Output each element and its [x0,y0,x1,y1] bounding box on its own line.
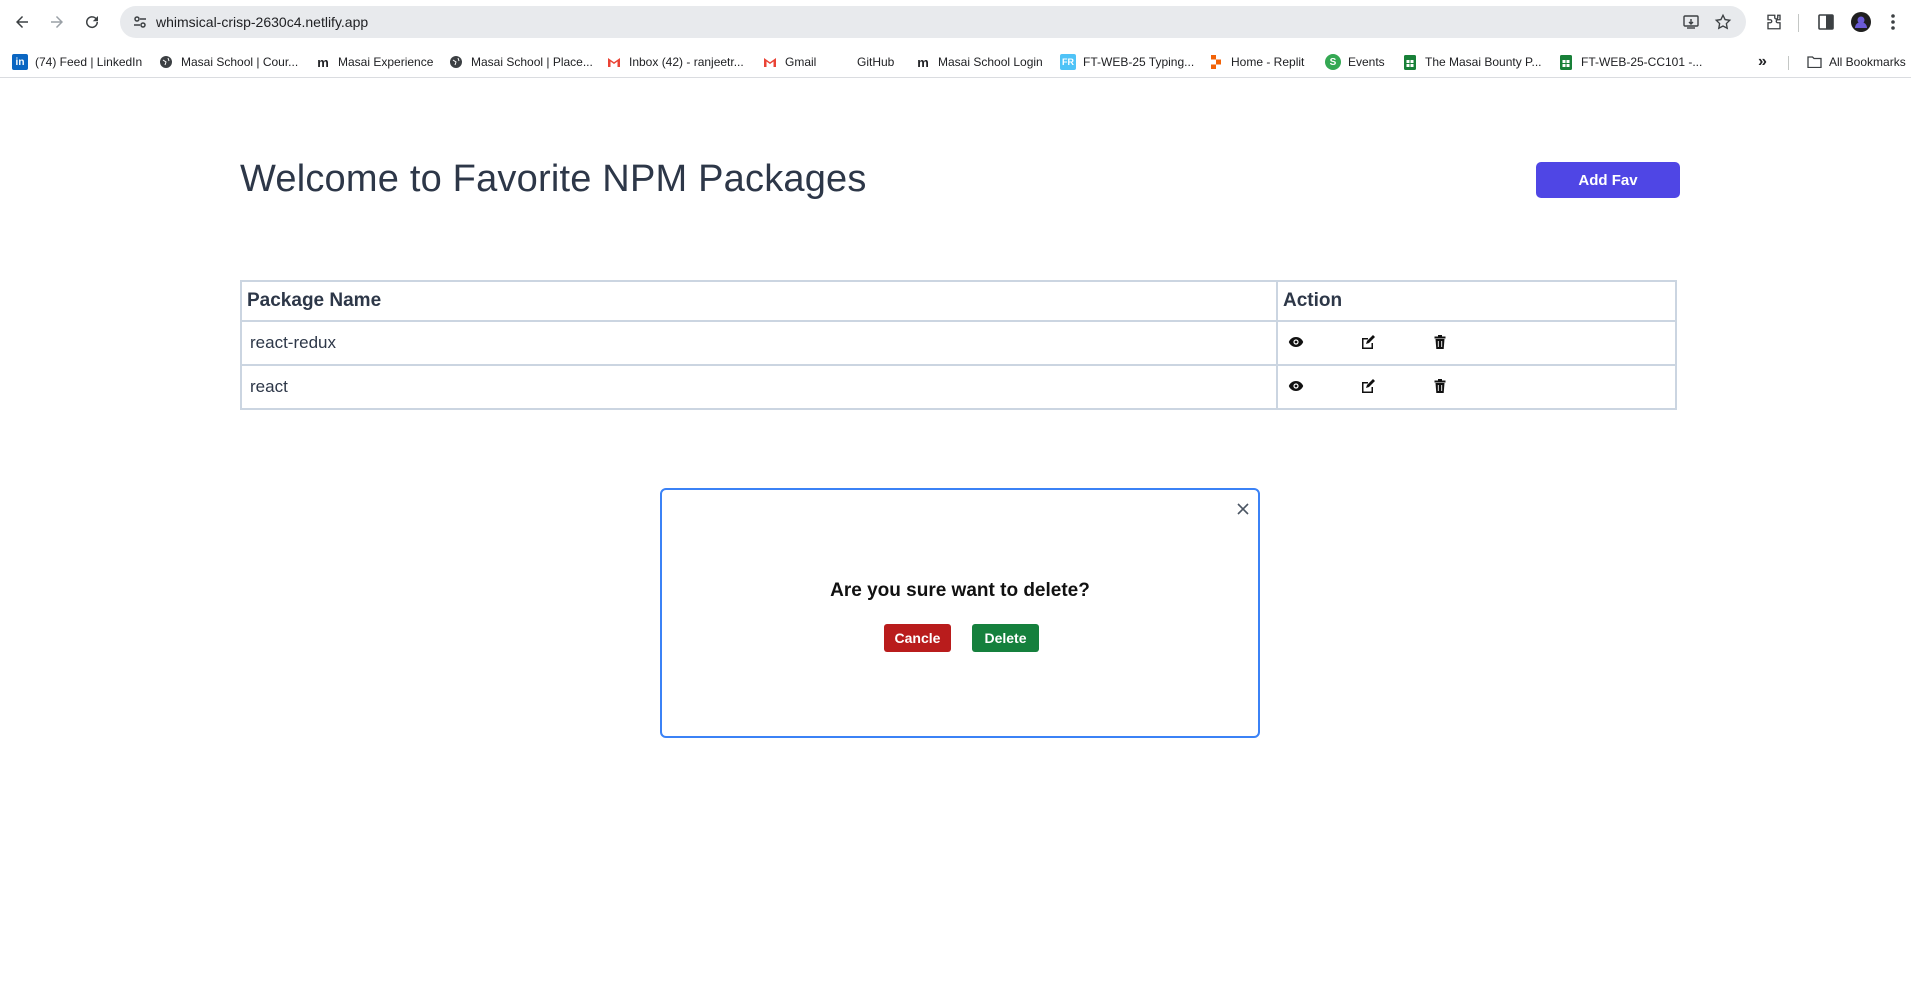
bookmark-label: Masai School | Place... [471,55,593,69]
bookmark-typing[interactable]: FR FT-WEB-25 Typing... [1060,53,1194,71]
sheets-icon [1558,54,1574,70]
replit-icon [1208,54,1224,70]
bookmark-label: Inbox (42) - ranjeetr... [629,55,744,69]
modal-message: Are you sure want to delete? [830,580,1090,601]
bookmark-masai-experience[interactable]: m Masai Experience [315,53,433,71]
bookmark-masai-login[interactable]: m Masai School Login [915,53,1043,71]
bookmark-gmail[interactable]: Gmail [762,53,816,71]
table-header-row: Package Name Action [242,282,1675,320]
edit-icon[interactable] [1358,332,1378,352]
reload-icon[interactable] [80,10,104,34]
package-name-cell: react-redux [242,322,1276,364]
sheets-icon [1402,54,1418,70]
trash-icon[interactable] [1430,332,1450,352]
profile-avatar[interactable] [1849,10,1873,34]
cancel-button[interactable]: Cancle [884,624,951,652]
delete-confirm-modal: Are you sure want to delete? Cancle Dele… [660,488,1260,738]
edit-icon[interactable] [1358,376,1378,396]
package-name-cell: react [242,366,1276,408]
site-info-icon[interactable] [132,14,148,30]
bookmark-events[interactable]: S Events [1325,53,1385,71]
bookmark-replit[interactable]: Home - Replit [1208,53,1304,71]
side-panel-icon[interactable] [1814,10,1838,34]
bookmarks-divider [1788,56,1789,70]
delete-button[interactable]: Delete [972,624,1039,652]
events-icon: S [1325,54,1341,70]
address-bar[interactable]: whimsical-crisp-2630c4.netlify.app [120,6,1746,38]
bookmark-label: Events [1348,55,1385,69]
globe-icon [158,54,174,70]
header-package-name: Package Name [242,282,1276,320]
bookmark-label: Masai School | Cour... [181,55,299,69]
view-eye-icon[interactable] [1286,332,1306,352]
bookmark-label: Gmail [785,55,817,69]
bookmark-github[interactable]: GitHub [834,53,894,71]
bookmark-label: (74) Feed | LinkedIn [35,55,143,69]
packages-table: Package Name Action react-redux react [240,280,1677,410]
page-title: Welcome to Favorite NPM Packages [240,158,867,200]
bookmark-masai-placement[interactable]: Masai School | Place... [448,53,593,71]
all-bookmarks-button[interactable]: All Bookmarks [1806,53,1906,71]
trash-icon[interactable] [1430,376,1450,396]
bookmark-label: GitHub [857,55,895,69]
github-icon [834,54,850,70]
menu-kebab-icon[interactable] [1881,10,1905,34]
extensions-icon[interactable] [1762,10,1786,34]
gmail-icon [606,54,622,70]
close-icon[interactable] [1234,500,1252,518]
toolbar-divider [1798,14,1799,32]
table-row: react-redux [242,322,1675,364]
masai-icon: m [917,54,929,70]
more-bookmarks-button[interactable]: » [1758,53,1767,71]
back-icon[interactable] [10,10,34,34]
bookmark-label: Home - Replit [1231,55,1305,69]
bookmark-cc101[interactable]: FT-WEB-25-CC101 -... [1558,53,1702,71]
more-bookmarks-label: » [1758,53,1767,70]
bookmark-masai-bounty[interactable]: The Masai Bounty P... [1402,53,1542,71]
browser-toolbar: whimsical-crisp-2630c4.netlify.app [0,0,1911,44]
url-text: whimsical-crisp-2630c4.netlify.app [156,14,369,30]
bookmark-label: Masai Experience [338,55,434,69]
typing-icon: FR [1060,54,1076,70]
all-bookmarks-label: All Bookmarks [1829,55,1906,69]
masai-icon: m [317,54,329,70]
bookmark-label: The Masai Bounty P... [1425,55,1542,69]
view-eye-icon[interactable] [1286,376,1306,396]
add-fav-button[interactable]: Add Fav [1536,162,1680,198]
install-app-icon[interactable] [1682,13,1700,31]
linkedin-icon: in [12,54,28,70]
bookmark-label: Masai School Login [938,55,1043,69]
bookmark-linkedin[interactable]: in (74) Feed | LinkedIn [12,53,142,71]
forward-icon[interactable] [45,10,69,34]
gmail-icon [762,54,778,70]
folder-icon [1806,54,1822,70]
bookmark-star-icon[interactable] [1714,13,1732,31]
action-cell [1278,366,1675,408]
bookmarks-bar: in (74) Feed | LinkedIn Masai School | C… [0,46,1911,78]
bookmark-masai-courses[interactable]: Masai School | Cour... [158,53,298,71]
globe-icon [448,54,464,70]
bookmark-label: FT-WEB-25-CC101 -... [1581,55,1703,69]
bookmark-inbox[interactable]: Inbox (42) - ranjeetr... [606,53,744,71]
action-cell [1278,322,1675,364]
header-action: Action [1278,282,1675,320]
table-row: react [242,366,1675,408]
bookmark-label: FT-WEB-25 Typing... [1083,55,1195,69]
